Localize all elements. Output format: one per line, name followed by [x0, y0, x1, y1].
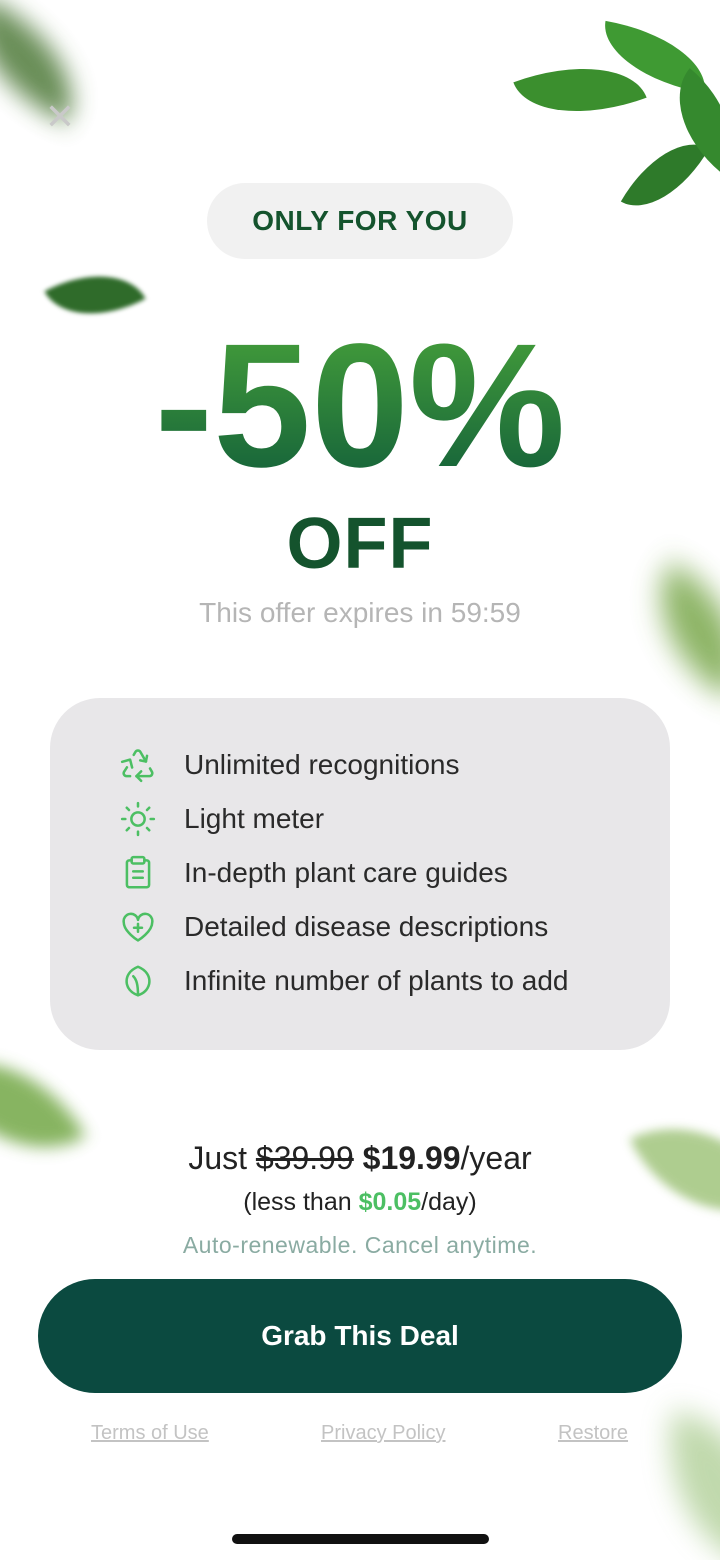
daily-prefix: (less than	[243, 1188, 352, 1216]
feature-label: Unlimited recognitions	[184, 749, 460, 780]
cta-label: Grab This Deal	[261, 1320, 459, 1351]
old-price: $39.99	[255, 1140, 354, 1176]
features-panel: Unlimited recognitions Light meter In-de…	[50, 698, 670, 1050]
feature-label: In-depth plant care guides	[184, 857, 508, 888]
badge-label: ONLY FOR YOU	[252, 205, 468, 236]
daily-price-line: (less than $0.05/day)	[0, 1188, 720, 1217]
feature-item: In-depth plant care guides	[50, 846, 670, 900]
heart-plus-icon	[118, 907, 158, 947]
discount-value-graphic: -50%	[155, 318, 566, 488]
leaf-icon	[118, 961, 158, 1001]
grab-deal-button[interactable]: Grab This Deal	[38, 1279, 682, 1393]
renewal-note: Auto-renewable. Cancel anytime.	[182, 1232, 538, 1258]
price-prefix: Just	[188, 1140, 247, 1176]
price-line: Just $39.99 $19.99/year	[0, 1140, 720, 1177]
recycle-icon	[118, 745, 158, 785]
paywall-screen: ✕ ONLY FOR YOU -50% OFF This offer expir…	[0, 0, 720, 1560]
terms-link[interactable]: Terms of Use	[91, 1422, 209, 1445]
offer-countdown: This offer expires in 59:59	[199, 597, 521, 628]
feature-label: Infinite number of plants to add	[184, 965, 569, 996]
only-for-you-badge: ONLY FOR YOU	[207, 183, 513, 259]
feature-item: Infinite number of plants to add	[50, 954, 670, 1008]
discount-headline: -50%	[0, 318, 720, 488]
restore-link[interactable]: Restore	[558, 1422, 628, 1445]
close-button[interactable]: ✕	[40, 98, 80, 138]
discount-value: -50%	[155, 318, 566, 488]
sun-icon	[118, 799, 158, 839]
daily-price: $0.05	[358, 1188, 422, 1216]
leaf-decoration	[648, 1410, 720, 1560]
new-price: $19.99	[362, 1140, 461, 1176]
daily-suffix: /day)	[421, 1188, 477, 1216]
home-indicator[interactable]	[232, 1534, 489, 1544]
feature-item: Light meter	[50, 792, 670, 846]
close-icon: ✕	[44, 97, 76, 138]
privacy-link[interactable]: Privacy Policy	[321, 1422, 445, 1445]
feature-label: Detailed disease descriptions	[184, 911, 549, 942]
feature-item: Detailed disease descriptions	[50, 900, 670, 954]
price-period: /year	[460, 1140, 532, 1176]
clipboard-icon	[118, 853, 158, 893]
off-label: OFF	[286, 504, 434, 584]
feature-item: Unlimited recognitions	[50, 738, 670, 792]
feature-label: Light meter	[184, 803, 325, 834]
